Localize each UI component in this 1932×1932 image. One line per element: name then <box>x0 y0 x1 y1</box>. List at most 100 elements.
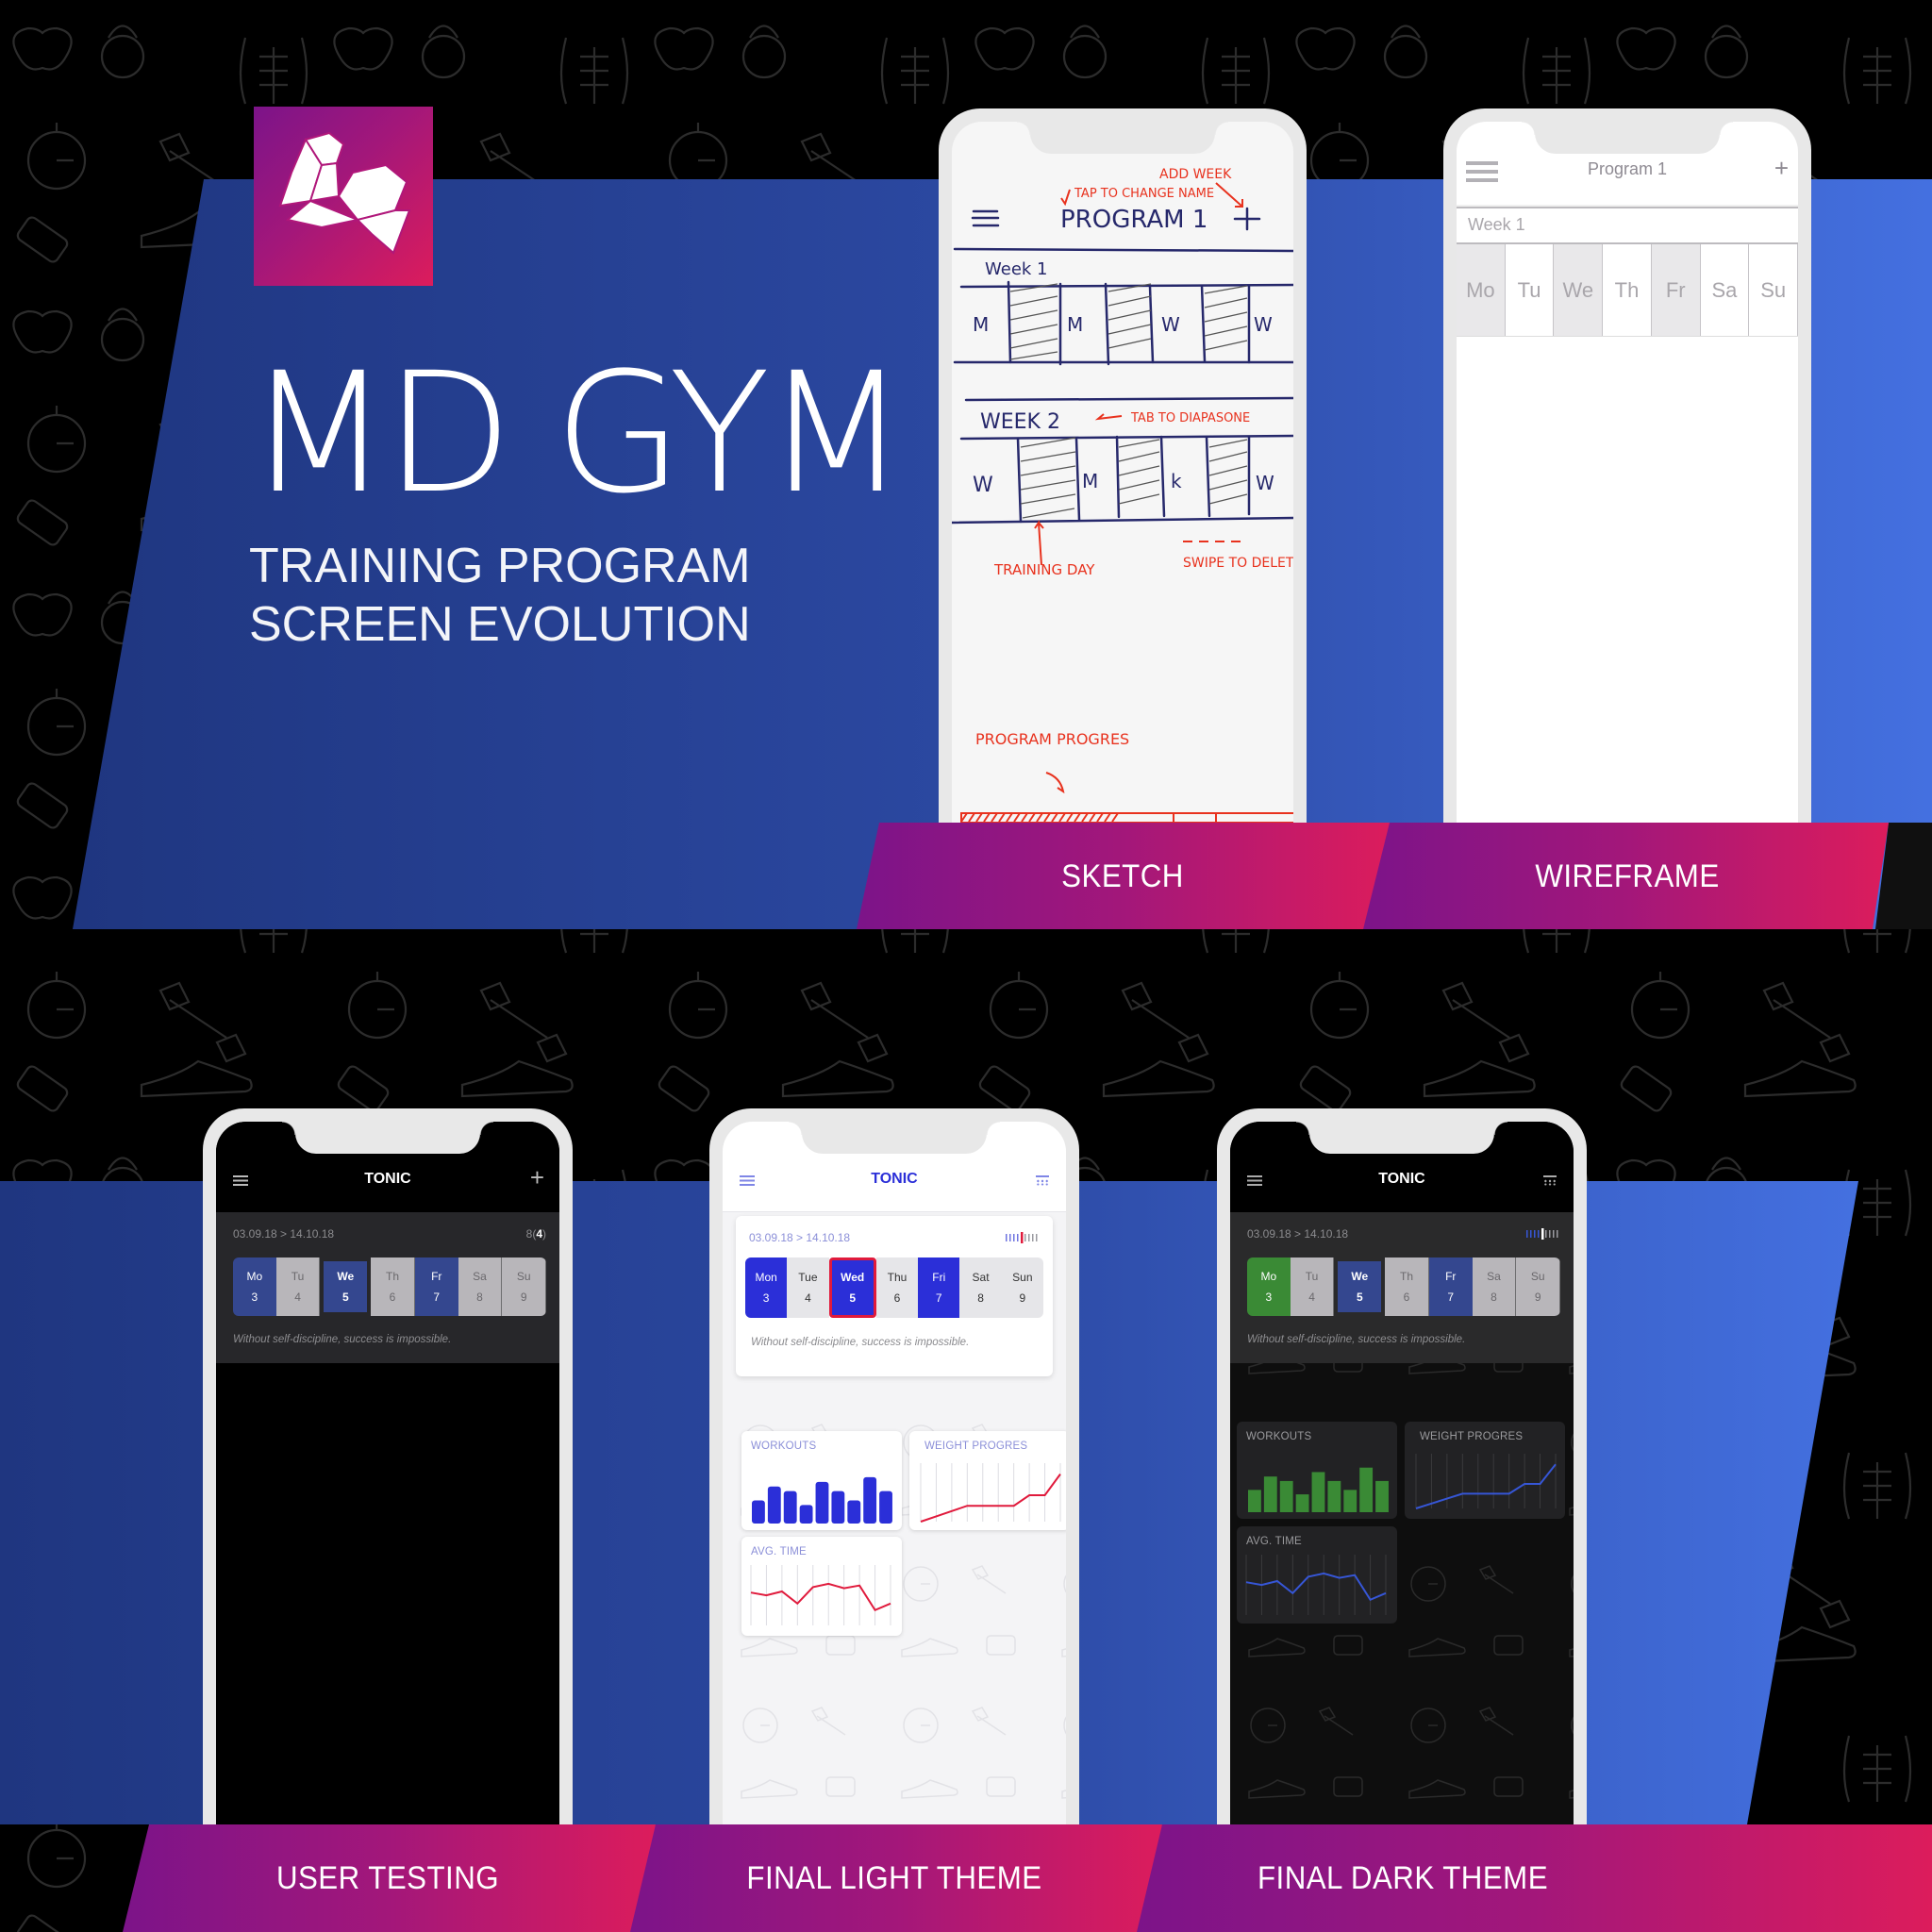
date-range[interactable]: 03.09.18 > 14.10.18 <box>233 1227 334 1241</box>
date-range[interactable]: 03.09.18 > 14.10.18 <box>749 1231 850 1244</box>
chart-series-line <box>920 1474 1061 1523</box>
weight-progress-card[interactable]: WEIGHT PROGRES <box>1405 1422 1565 1519</box>
progress-tick <box>1036 1234 1038 1241</box>
chart-series-line <box>750 1582 891 1612</box>
app-logo <box>254 107 433 286</box>
workouts-bar <box>1327 1480 1341 1512</box>
wireframe-program-title[interactable]: Program 1 <box>1457 159 1798 179</box>
chart-series-line <box>1415 1463 1557 1509</box>
stage-label-final-light: FINAL LIGHT THEME <box>746 1860 1042 1896</box>
day-name: Fri <box>932 1271 946 1284</box>
day-mon[interactable]: Mon 3 <box>745 1257 788 1318</box>
day-tue[interactable]: Tue 4 <box>787 1257 829 1318</box>
add-icon[interactable]: + <box>530 1165 544 1190</box>
day-we[interactable]: We 5 <box>1334 1257 1386 1316</box>
day-tu[interactable]: Tu 4 <box>275 1257 321 1316</box>
avg-time-card[interactable]: AVG. TIME <box>1237 1526 1397 1624</box>
day-name: Su <box>1530 1270 1545 1283</box>
day-name: Fr <box>1445 1270 1457 1283</box>
day-selector: Mo 3 Tu 4 We 5 Th 6 Fr 7 Sa 8 Su 9 <box>233 1257 546 1316</box>
sketch-menu-icon <box>971 209 1000 227</box>
week-counter: 8(4) <box>526 1227 546 1241</box>
motivation-quote: Without self-discipline, success is impo… <box>233 1334 452 1345</box>
day-name: Mo <box>246 1270 263 1283</box>
counter-suffix: ) <box>542 1227 546 1241</box>
day-fri[interactable]: Fri 7 <box>918 1257 960 1318</box>
hand-drawn-sketch: PROGRAM 1 Week 1 WEEK 2 M M W W W M k W ADD … <box>952 167 1293 823</box>
progress-tick <box>1013 1234 1015 1241</box>
avg-time-card[interactable]: AVG. TIME <box>741 1537 902 1636</box>
day-name: We <box>337 1270 355 1283</box>
progress-tick <box>1549 1230 1551 1238</box>
day-number: 9 <box>1019 1291 1026 1305</box>
wireframe-day-su[interactable]: Su <box>1749 244 1798 336</box>
day-name: Su <box>516 1270 531 1283</box>
sketch-note-add-week: ADD WEEK <box>1159 167 1232 182</box>
sketch-add-icon <box>1233 207 1261 231</box>
day-we[interactable]: We 5 <box>320 1257 372 1316</box>
wireframe-day-th[interactable]: Th <box>1603 244 1652 336</box>
progress-tick <box>1006 1234 1008 1241</box>
avg-time-line-chart <box>750 1565 891 1625</box>
counter-current: 4 <box>536 1227 542 1241</box>
progress-tick <box>1545 1230 1547 1238</box>
day-sun[interactable]: Sun 9 <box>1001 1257 1043 1318</box>
app-title: TONIC <box>871 1171 918 1187</box>
day-tu[interactable]: Tu 4 <box>1290 1257 1335 1316</box>
stage-label-wireframe: WIREFRAME <box>1535 858 1720 894</box>
day-sa[interactable]: Sa 8 <box>458 1257 503 1316</box>
workouts-card[interactable]: WORKOUTS <box>1237 1422 1397 1519</box>
day-number: 8 <box>977 1291 984 1305</box>
workouts-bar <box>1263 1476 1277 1512</box>
workouts-bar <box>1343 1490 1357 1512</box>
wireframe-day-mo[interactable]: Mo <box>1457 244 1506 336</box>
progress-tick <box>1024 1234 1026 1241</box>
wireframe-day-we[interactable]: We <box>1554 244 1604 336</box>
day-wed[interactable]: Wed 5 <box>828 1257 876 1318</box>
svg-text:W: W <box>1256 472 1274 494</box>
day-mo[interactable]: Mo 3 <box>233 1257 276 1316</box>
progress-tick <box>1009 1234 1011 1241</box>
add-week-icon[interactable]: + <box>1774 154 1789 183</box>
calendar-view-icon[interactable] <box>1036 1175 1049 1186</box>
phone-final-dark: TONIC 03.09.18 > 14.10.18 Mo 3 Tu 4 We 5 Th 6 Fr… <box>1217 1108 1587 1824</box>
avg-time-line-chart <box>1245 1555 1387 1615</box>
phone-notch <box>282 1122 493 1154</box>
progress-current-tick <box>1021 1232 1024 1243</box>
workouts-bar-chart <box>1248 1467 1389 1512</box>
day-th[interactable]: Th 6 <box>371 1257 415 1316</box>
wireframe-day-fr[interactable]: Fr <box>1651 244 1701 336</box>
workouts-card[interactable]: WORKOUTS <box>741 1431 902 1530</box>
day-fr[interactable]: Fr 7 <box>414 1257 458 1316</box>
day-name: Mon <box>755 1271 777 1284</box>
app-title: TONIC <box>364 1171 411 1187</box>
svg-text:W: W <box>973 474 993 497</box>
weight-progress-card[interactable]: WEIGHT PROGRES <box>909 1431 1066 1530</box>
day-su[interactable]: Su 9 <box>502 1257 546 1316</box>
calendar-view-icon[interactable] <box>1543 1175 1557 1186</box>
chart-series-line <box>1245 1572 1387 1602</box>
day-th[interactable]: Th 6 <box>1385 1257 1429 1316</box>
week-panel: 03.09.18 > 14.10.18 8(4) Mo 3 Tu 4 We 5 Th 6 Fr 7… <box>216 1212 559 1363</box>
date-range[interactable]: 03.09.18 > 14.10.18 <box>1247 1227 1348 1241</box>
wireframe-day-sa[interactable]: Sa <box>1701 244 1750 336</box>
day-number: 9 <box>1534 1291 1541 1304</box>
day-su[interactable]: Su 9 <box>1516 1257 1560 1316</box>
wireframe-week-label[interactable]: Week 1 <box>1457 207 1798 244</box>
wireframe-screen: Program 1 + Week 1 Mo Tu We Th Fr Sa Su <box>1457 122 1798 823</box>
day-name: Tu <box>291 1270 305 1283</box>
flexed-bicep-icon <box>278 131 411 255</box>
wireframe-day-tu[interactable]: Tu <box>1506 244 1555 336</box>
stage-label-user-testing: USER TESTING <box>275 1860 500 1896</box>
progress-tick <box>1017 1234 1019 1241</box>
day-name: Mo <box>1260 1270 1277 1283</box>
day-fr[interactable]: Fr 7 <box>1428 1257 1473 1316</box>
phone-notch <box>1017 122 1228 154</box>
day-sat[interactable]: Sat 8 <box>959 1257 1002 1318</box>
weight-line-chart <box>1415 1454 1557 1509</box>
day-thu[interactable]: Thu 6 <box>875 1257 919 1318</box>
day-mo[interactable]: Mo 3 <box>1247 1257 1291 1316</box>
week-panel: 03.09.18 > 14.10.18 Mo 3 Tu 4 We 5 Th 6 Fr 7 Sa 8 Su… <box>1230 1212 1574 1363</box>
sketch-screen: PROGRAM 1 Week 1 WEEK 2 M M W W W M k W ADD … <box>952 122 1293 823</box>
day-sa[interactable]: Sa 8 <box>1472 1257 1517 1316</box>
